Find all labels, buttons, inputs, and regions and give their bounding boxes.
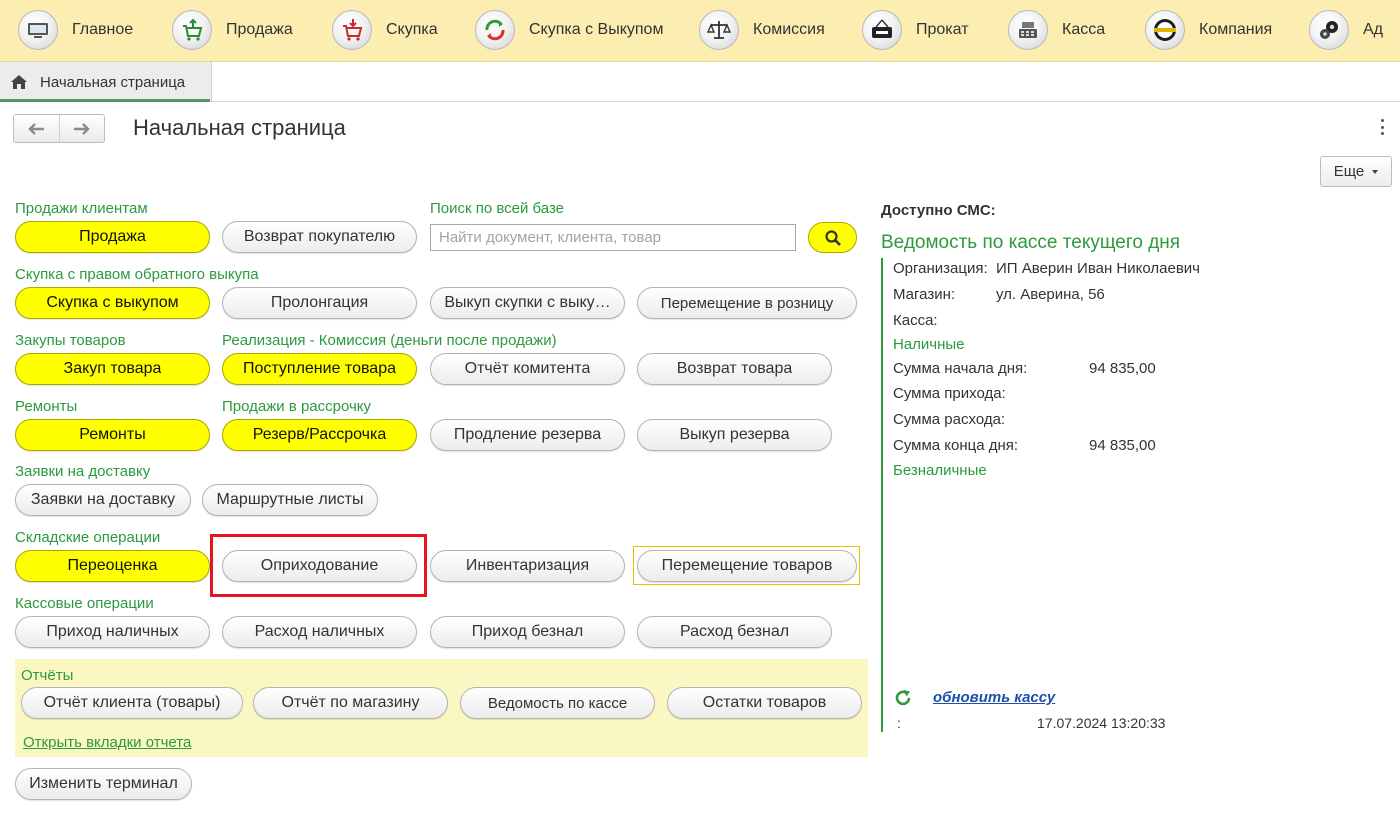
start-sum-value: 94 835,00 [1089, 360, 1156, 377]
org-value: ИП Аверин Иван Николаевич [996, 260, 1200, 277]
cash-out-button[interactable]: Расход наличных [222, 616, 417, 648]
search-input[interactable] [430, 224, 796, 251]
consignor-report-button[interactable]: Отчёт комитента [430, 353, 625, 385]
computer-icon [18, 10, 58, 50]
reserve-installment-button[interactable]: Резерв/Рассрочка [222, 419, 417, 451]
section-label-repairs: Ремонты [15, 398, 78, 415]
extend-reserve-button[interactable]: Продление резерва [430, 419, 625, 451]
history-nav [13, 114, 105, 143]
stock-balance-button[interactable]: Остатки товаров [667, 687, 862, 719]
scales-icon [699, 10, 739, 50]
cash-header: Наличные [893, 336, 965, 353]
cart-up-icon [172, 10, 212, 50]
receipt-goods-button[interactable]: Поступление товара [222, 353, 417, 385]
refresh-icon[interactable] [893, 688, 913, 708]
purchase-goods-button[interactable]: Закуп товара [15, 353, 210, 385]
sale-button[interactable]: Продажа [15, 221, 210, 253]
move-to-retail-button[interactable]: Перемещение в розницу [637, 287, 857, 319]
redeem-reserve-button[interactable]: Выкуп резерва [637, 419, 832, 451]
store-label: Магазин: [893, 286, 956, 303]
store-report-button[interactable]: Отчёт по магазину [253, 687, 448, 719]
gears-icon [1309, 10, 1349, 50]
back-button[interactable] [14, 115, 59, 142]
section-label-installments: Продажи в рассрочку [222, 398, 372, 415]
revaluation-button[interactable]: Переоценка [15, 550, 210, 582]
change-terminal-button[interactable]: Изменить терминал [15, 768, 192, 800]
cart-down-icon [332, 10, 372, 50]
search-icon [824, 229, 841, 246]
section-label-delivery: Заявки на доставку [15, 463, 151, 480]
chevron-down-icon [1372, 169, 1379, 174]
open-report-tabs-link[interactable]: Открыть вкладки отчета [23, 734, 191, 751]
route-sheets-button[interactable]: Маршрутные листы [202, 484, 378, 516]
more-button[interactable]: Еще [1320, 156, 1392, 187]
cycle-arrows-icon [475, 10, 515, 50]
menu-item-rent[interactable]: Прокат [862, 8, 969, 52]
inventory-button[interactable]: Инвентаризация [430, 550, 625, 582]
top-menu-bar: Главное Продажа Скупка Скупка с Выкупом … [0, 0, 1400, 62]
section-label-warehouse: Складские операции [15, 529, 161, 546]
noncash-in-button[interactable]: Приход безнал [430, 616, 625, 648]
delivery-requests-button[interactable]: Заявки на доставку [15, 484, 191, 516]
menu-item-sale[interactable]: Продажа [172, 8, 293, 52]
menu-item-buy[interactable]: Скупка [332, 8, 438, 52]
start-sum-label: Сумма начала дня: [893, 360, 1028, 377]
menu-item-commission[interactable]: Комиссия [699, 8, 825, 52]
section-label-reports: Отчёты [21, 667, 74, 684]
rent-sign-icon [862, 10, 902, 50]
cash-statement-button[interactable]: Ведомость по кассе [460, 687, 655, 719]
end-sum-label: Сумма конца дня: [893, 437, 1019, 454]
sms-available-label: Доступно СМС: [881, 202, 996, 219]
menu-item-company[interactable]: Компания [1145, 8, 1272, 52]
repairs-button[interactable]: Ремонты [15, 419, 210, 451]
section-label-purchases: Закупы товаров [15, 332, 126, 349]
move-goods-button[interactable]: Перемещение товаров [637, 550, 857, 582]
store-value: ул. Аверина, 56 [996, 286, 1105, 303]
org-label: Организация: [893, 260, 988, 277]
cashbox-label: Касса: [893, 312, 938, 329]
update-cashbox-link[interactable]: обновить кассу [933, 689, 1055, 706]
client-report-button[interactable]: Отчёт клиента (товары) [21, 687, 243, 719]
company-logo-icon [1145, 10, 1185, 50]
noncash-out-button[interactable]: Расход безнал [637, 616, 832, 648]
tab-strip: Начальная страница [0, 62, 1400, 102]
prolongation-button[interactable]: Пролонгация [222, 287, 417, 319]
more-actions-icon[interactable] [1376, 117, 1388, 137]
arrow-right-icon [73, 122, 90, 135]
menu-item-admin[interactable]: Ад [1309, 8, 1383, 52]
panel-divider [881, 258, 883, 732]
search-button[interactable] [808, 222, 857, 253]
buyback-button[interactable]: Скупка с выкупом [15, 287, 210, 319]
income-sum-label: Сумма прихода: [893, 385, 1006, 402]
page-title: Начальная страница [133, 115, 346, 140]
tab-home[interactable]: Начальная страница [0, 62, 212, 102]
section-label-commission: Реализация - Комиссия (деньги после прод… [222, 332, 557, 349]
menu-item-cashbox[interactable]: Касса [1008, 8, 1105, 52]
expense-sum-label: Сумма расхода: [893, 411, 1006, 428]
cash-register-icon [1008, 10, 1048, 50]
return-to-buyer-button[interactable]: Возврат покупателю [222, 221, 417, 253]
noncash-header: Безналичные [893, 462, 987, 479]
section-label-buyback: Скупка с правом обратного выкупа [15, 266, 259, 283]
section-label-cash-ops: Кассовые операции [15, 595, 154, 612]
menu-item-buyback[interactable]: Скупка с Выкупом [475, 8, 663, 52]
arrow-left-icon [28, 122, 45, 135]
home-icon [11, 75, 27, 89]
highlight-box [210, 534, 427, 597]
menu-item-main[interactable]: Главное [18, 8, 133, 52]
forward-button[interactable] [58, 115, 104, 142]
cash-in-button[interactable]: Приход наличных [15, 616, 210, 648]
return-goods-button[interactable]: Возврат товара [637, 353, 832, 385]
cash-statement-title: Ведомость по кассе текущего дня [881, 232, 1181, 253]
timestamp-label: : [897, 715, 901, 731]
timestamp-value: 17.07.2024 13:20:33 [1037, 715, 1166, 731]
end-sum-value: 94 835,00 [1089, 437, 1156, 454]
redeem-button[interactable]: Выкуп скупки с выку… [430, 287, 625, 319]
section-label-search: Поиск по всей базе [430, 200, 565, 217]
section-label-sales: Продажи клиентам [15, 200, 148, 217]
